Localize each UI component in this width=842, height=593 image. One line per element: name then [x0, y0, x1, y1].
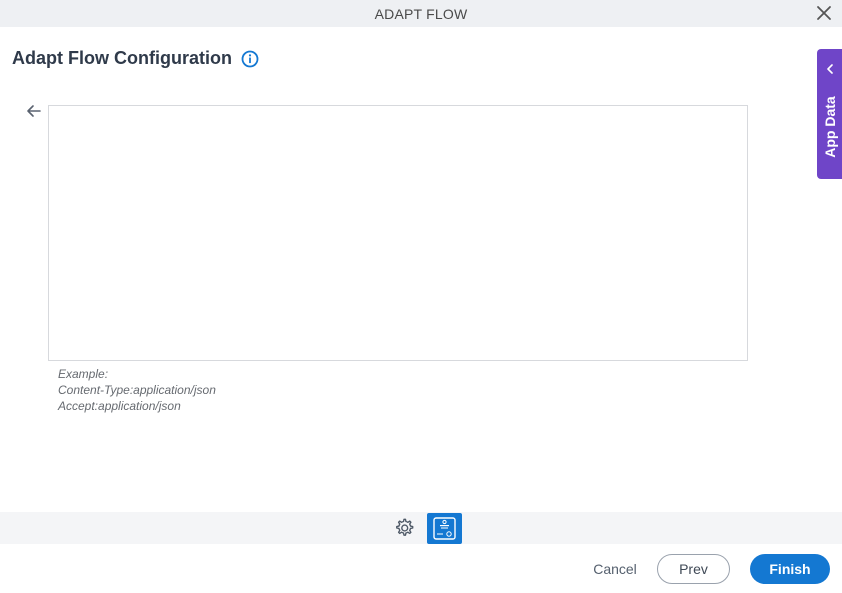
adapt-flow-button[interactable] [427, 513, 462, 544]
hint-line-example: Example: [58, 367, 109, 381]
arrow-left-icon[interactable] [26, 104, 42, 118]
app-data-tab[interactable]: App Data [817, 49, 842, 179]
window-title: ADAPT FLOW [374, 5, 468, 22]
chevron-left-icon [825, 61, 835, 74]
page-title-row: Adapt Flow Configuration [12, 48, 259, 69]
prev-button[interactable]: Prev [657, 554, 730, 584]
window-titlebar: ADAPT FLOW [0, 0, 842, 27]
hint-line-accept: Accept:application/json [58, 399, 181, 413]
example-hint: Example: Content-Type:application/json A… [58, 366, 216, 414]
bottom-toolbar [0, 512, 842, 544]
finish-button[interactable]: Finish [750, 554, 830, 584]
adapt-flow-icon [433, 517, 456, 540]
gear-icon[interactable] [393, 517, 415, 539]
cancel-button[interactable]: Cancel [588, 554, 642, 584]
app-data-label: App Data [821, 96, 838, 158]
page-title: Adapt Flow Configuration [12, 48, 232, 68]
close-icon[interactable] [816, 5, 832, 21]
headers-editor[interactable] [48, 105, 748, 361]
info-icon[interactable] [241, 50, 259, 68]
hint-line-content-type: Content-Type:application/json [58, 383, 216, 397]
